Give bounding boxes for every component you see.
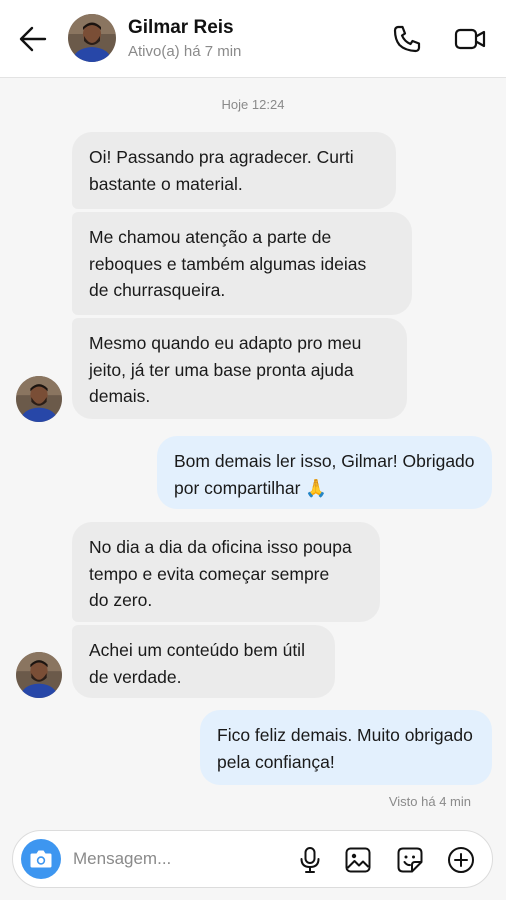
sticker-button[interactable]	[395, 845, 425, 875]
message-bubble-incoming[interactable]: Achei um conteúdo bem útil de verdade.	[72, 625, 335, 698]
call-button[interactable]	[390, 22, 424, 56]
message-bubble-outgoing[interactable]: Fico feliz demais. Muito obrigado pela c…	[200, 710, 492, 785]
chat-header: Gilmar Reis Ativo(a) há 7 min	[0, 0, 506, 78]
contact-status: Ativo(a) há 7 min	[128, 43, 242, 60]
camera-button[interactable]	[21, 839, 61, 879]
message-bubble-incoming[interactable]: Oi! Passando pra agradecer. Curti bastan…	[72, 132, 396, 209]
message-bubble-incoming[interactable]: Mesmo quando eu adapto pro meu jeito, já…	[72, 318, 407, 419]
plus-circle-icon	[448, 847, 474, 873]
message-bubble-incoming[interactable]: No dia a dia da oficina isso poupa tempo…	[72, 522, 380, 622]
back-button[interactable]	[16, 22, 50, 56]
phone-icon	[393, 25, 421, 53]
microphone-icon	[300, 847, 320, 873]
contact-avatar[interactable]	[68, 14, 116, 62]
contact-name[interactable]: Gilmar Reis	[128, 17, 234, 39]
voice-message-button[interactable]	[295, 845, 325, 875]
gallery-button[interactable]	[343, 845, 373, 875]
sender-avatar[interactable]	[16, 652, 62, 698]
video-camera-icon	[454, 28, 486, 50]
video-call-button[interactable]	[452, 22, 488, 56]
message-composer	[12, 830, 493, 888]
camera-icon	[30, 850, 52, 868]
date-separator: Hoje 12:24	[221, 97, 285, 112]
message-bubble-outgoing[interactable]: Bom demais ler isso, Gilmar! Obrigado po…	[157, 436, 492, 509]
arrow-left-icon	[19, 26, 47, 52]
sticker-icon	[397, 847, 423, 873]
seen-receipt: Visto há 4 min	[388, 794, 471, 809]
message-input[interactable]	[73, 845, 283, 873]
add-attachment-button[interactable]	[446, 845, 476, 875]
sender-avatar[interactable]	[16, 376, 62, 422]
message-bubble-incoming[interactable]: Me chamou atenção a parte de reboques e …	[72, 212, 412, 315]
image-icon	[345, 847, 371, 873]
